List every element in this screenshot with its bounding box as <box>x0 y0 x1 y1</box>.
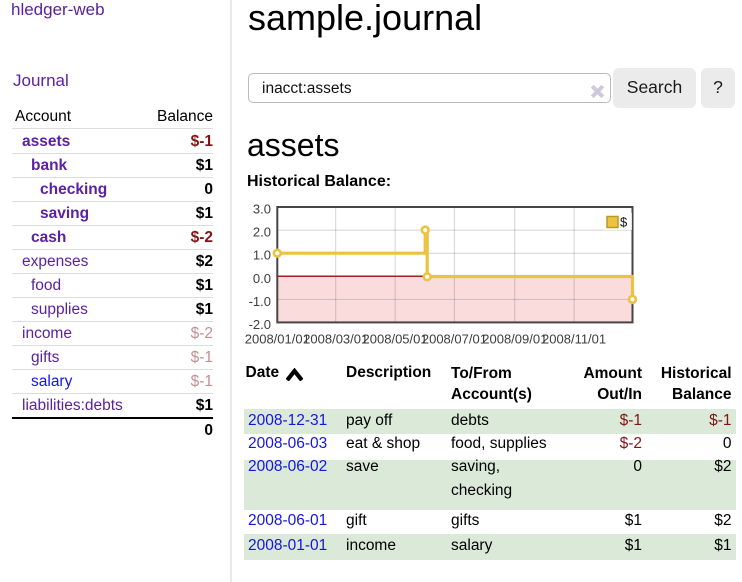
svg-text:3.0: 3.0 <box>253 202 271 217</box>
svg-text:2008/09/01: 2008/09/01 <box>482 332 547 347</box>
svg-text:$: $ <box>620 215 628 230</box>
svg-text:2.0: 2.0 <box>253 225 271 240</box>
svg-text:2008/01/01: 2008/01/01 <box>245 332 310 347</box>
svg-text:1.0: 1.0 <box>253 248 271 263</box>
svg-text:2008/03/01: 2008/03/01 <box>303 332 368 347</box>
svg-text:0.0: 0.0 <box>253 271 271 286</box>
svg-text:2008/07/01: 2008/07/01 <box>422 332 487 347</box>
svg-text:-1.0: -1.0 <box>249 294 271 309</box>
svg-text:2008/11/01: 2008/11/01 <box>542 332 606 347</box>
svg-text:-2.0: -2.0 <box>249 317 271 332</box>
svg-text:2008/05/01: 2008/05/01 <box>363 332 428 347</box>
